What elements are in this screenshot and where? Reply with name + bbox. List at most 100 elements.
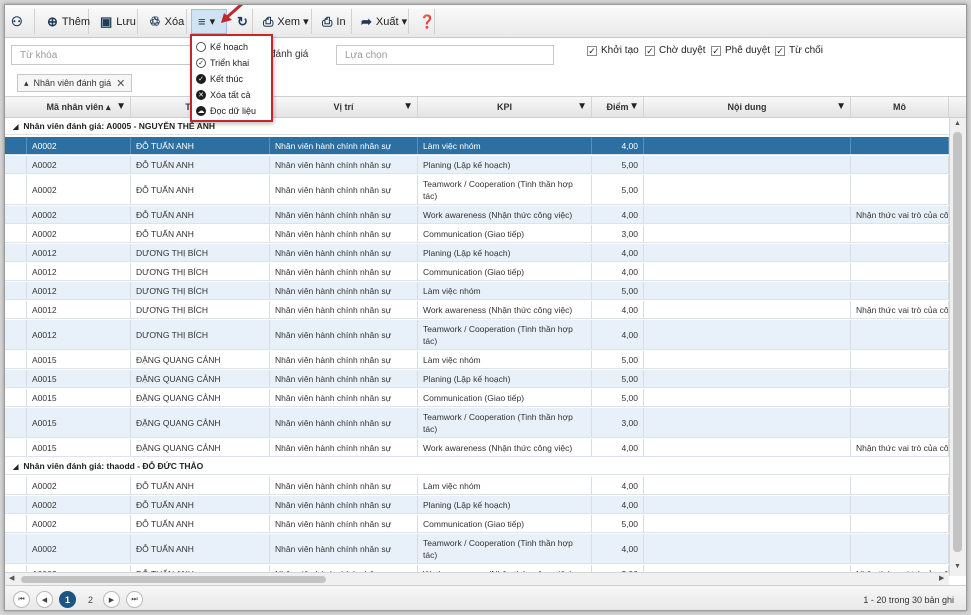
table-row[interactable]: A0015 ĐẶNG QUANG CẢNH Nhân viên hành chính…	[5, 389, 949, 407]
status-checkbox-3[interactable]: ✓ Từ chối	[775, 45, 823, 56]
toolbar-button-2[interactable]: ▣ Lưu	[94, 9, 138, 34]
table-cell: Planing (Lập kế hoạch)	[418, 370, 592, 387]
column-header-5[interactable]: Nội dung ▼	[644, 97, 851, 117]
status-checkbox-0[interactable]: ✓ Khởi tạo	[587, 45, 639, 56]
filter-funnel-icon[interactable]: ▼	[577, 97, 587, 117]
remove-group-icon[interactable]: ✕	[116, 77, 125, 90]
table-cell	[644, 351, 851, 368]
table-row[interactable]: A0002ĐỖ TUẤN ANHNhân viên hành chính nhâ…	[5, 156, 949, 174]
filter-funnel-icon[interactable]: ▼	[836, 97, 846, 117]
app-window: ⚇⊕Thêm▣Lưu♲Xóa≡▾↻⎙Xem ▾⎙In➦Xuất ▾❓ i đán…	[4, 4, 967, 611]
toolbar-button-label: Xuất ▾	[375, 16, 408, 28]
table-row[interactable]: A0012 DƯƠNG THỊ BÍCH Nhân viên hành chính …	[5, 263, 949, 281]
table-row[interactable]: A0015 ĐẶNG QUANG CẢNH Nhân viên hành chính…	[5, 408, 949, 438]
keyword-input[interactable]	[11, 45, 191, 65]
table-row[interactable]: A0012 DƯƠNG THỊ BÍCH Nhân viên hành chính …	[5, 244, 949, 262]
menu-item-1[interactable]: ✓ Triển khai	[194, 55, 269, 71]
toolbar-button-1[interactable]: ⊕ Thêm	[41, 9, 90, 34]
column-header-2[interactable]: Vị trí ▼	[270, 97, 418, 117]
checkbox-checked-icon[interactable]: ✓	[645, 45, 655, 56]
table-row[interactable]: A0002ĐỖ TUẤN ANHNhân viên hành chính nhâ…	[5, 206, 949, 224]
toolbar-button-3[interactable]: ♲ Xóa	[143, 9, 187, 34]
table-cell: Communication (Giao tiếp)	[418, 515, 592, 532]
next-page-button[interactable]: ▶	[103, 591, 120, 608]
table-cell: A0012	[27, 282, 131, 299]
first-page-button[interactable]: ⏮	[13, 591, 30, 608]
table-cell: A0012	[27, 301, 131, 318]
checkbox-checked-icon[interactable]: ✓	[711, 45, 721, 56]
table-row[interactable]: A0002ĐỖ TUẤN ANHNhân viên hành chính nhâ…	[5, 496, 949, 514]
table-cell: Làm việc nhóm	[418, 282, 592, 299]
horizontal-scroll-thumb[interactable]	[21, 576, 326, 583]
menu-item-4[interactable]: ☁ Đọc dữ liệu	[194, 103, 269, 119]
column-header-0[interactable]: Mã nhân viên ▴ ▼	[27, 97, 131, 117]
row-indent	[5, 515, 27, 532]
toolbar-button-8[interactable]: ➦ Xuất ▾	[355, 9, 409, 34]
menu-item-icon: ✓	[196, 58, 206, 68]
status-checkbox-2[interactable]: ✓ Phê duyệt	[711, 45, 770, 56]
toolbar-button-0[interactable]: ⚇	[5, 9, 35, 34]
group-by-tag[interactable]: ▴ Nhân viên đánh giá ✕	[17, 74, 133, 92]
group-row[interactable]: ◢ Nhân viên đánh giá: A0005 - NGUYỄN THẾ …	[5, 118, 949, 135]
table-cell: ĐỖ TUẤN ANH	[131, 156, 270, 173]
column-header-6[interactable]: Mô	[851, 97, 949, 117]
toolbar-button-7[interactable]: ⎙ In	[316, 9, 352, 34]
table-cell: ĐỖ TUẤN ANH	[131, 206, 270, 223]
table-row[interactable]: A0015 ĐẶNG QUANG CẢNH Nhân viên hành chính…	[5, 370, 949, 388]
table-row[interactable]: A0002ĐỖ TUẤN ANHNhân viên hành chính nhâ…	[5, 137, 949, 155]
scroll-left-icon[interactable]: ◀	[9, 574, 14, 582]
collapse-caret-icon[interactable]: ◢	[13, 124, 18, 131]
filter-funnel-icon[interactable]: ▼	[629, 97, 639, 117]
collapse-caret-icon[interactable]: ◢	[13, 464, 18, 471]
filter-funnel-icon[interactable]: ▼	[116, 97, 126, 117]
last-page-button[interactable]: ⏭	[126, 591, 143, 608]
table-row[interactable]: A0002ĐỖ TUẤN ANHNhân viên hành chính nhâ…	[5, 477, 949, 495]
table-row[interactable]: A0015 ĐẶNG QUANG CẢNH Nhân viên hành chính…	[5, 439, 949, 457]
table-row[interactable]: A0002ĐỖ TUẤN ANHNhân viên hành chính nhâ…	[5, 225, 949, 243]
grid-header: Mã nhân viên ▴▼Tên nhVị trí▼KPI▼Điểm▼Nội…	[5, 96, 966, 118]
table-cell: Nhân viên hành chính nhân sự	[270, 477, 418, 494]
menu-item-2[interactable]: ✓ Kết thúc	[194, 71, 269, 87]
vertical-scrollbar[interactable]: ▲ ▼	[949, 118, 966, 576]
table-cell: A0002	[27, 515, 131, 532]
group-row[interactable]: ◢ Nhân viên đánh giá: thaodd - ĐỖ ĐỨC THẢ…	[5, 458, 949, 475]
table-cell: 5,00	[592, 175, 644, 204]
table-row[interactable]: A0002ĐỖ TUẤN ANHNhân viên hành chính nhâ…	[5, 515, 949, 533]
scroll-right-icon[interactable]: ▶	[939, 574, 944, 582]
table-row[interactable]: A0012 DƯƠNG THỊ BÍCH Nhân viên hành chính …	[5, 320, 949, 350]
page-1-button[interactable]: 1	[59, 591, 76, 608]
table-cell: Nhận thức vai trò của côn	[851, 439, 949, 456]
table-cell: Nhân viên hành chính nhân sự	[270, 351, 418, 368]
column-header-4[interactable]: Điểm ▼	[592, 97, 644, 117]
table-row[interactable]: A0002ĐỖ TUẤN ANHNhân viên hành chính nhâ…	[5, 175, 949, 205]
vertical-scroll-thumb[interactable]	[953, 132, 962, 552]
toolbar-button-label: Lưu	[116, 15, 136, 28]
scroll-down-icon[interactable]: ▼	[954, 563, 961, 570]
evaluator-select[interactable]	[336, 45, 554, 65]
status-checkbox-1[interactable]: ✓ Chờ duyệt	[645, 45, 706, 56]
column-header-label: Điểm	[606, 102, 629, 112]
table-cell: Nhân viên hành chính nhân sự	[270, 244, 418, 261]
table-cell: Communication (Giao tiếp)	[418, 263, 592, 280]
table-row[interactable]: A0012 DƯƠNG THỊ BÍCH Nhân viên hành chính …	[5, 282, 949, 300]
page-2-button[interactable]: 2	[82, 591, 99, 608]
column-header-label: Mã nhân viên ▴	[46, 102, 111, 112]
menu-item-0[interactable]: Kế hoạch	[194, 39, 269, 55]
table-cell: Work awareness (Nhận thức công việc)	[418, 439, 592, 456]
menu-item-3[interactable]: ✕ Xóa tất cả	[194, 87, 269, 103]
menu-icon: ≡	[198, 14, 206, 29]
checkbox-checked-icon[interactable]: ✓	[587, 45, 597, 56]
toolbar-button-label: ▾	[209, 16, 216, 28]
toolbar-button-9[interactable]: ❓	[413, 9, 435, 34]
table-row[interactable]: A0002ĐỖ TUẤN ANHNhân viên hành chính nhâ…	[5, 534, 949, 564]
horizontal-scrollbar[interactable]: ◀ ▶	[5, 572, 949, 585]
table-row[interactable]: A0012 DƯƠNG THỊ BÍCH Nhân viên hành chính …	[5, 301, 949, 319]
checkbox-checked-icon[interactable]: ✓	[775, 45, 785, 56]
table-row[interactable]: A0015 ĐẶNG QUANG CẢNH Nhân viên hành chính…	[5, 351, 949, 369]
column-header-3[interactable]: KPI ▼	[418, 97, 592, 117]
table-cell: ĐẶNG QUANG CẢNH	[131, 389, 270, 406]
prev-page-button[interactable]: ◀	[36, 591, 53, 608]
filter-funnel-icon[interactable]: ▼	[403, 97, 413, 117]
toolbar-button-6[interactable]: ⎙ Xem ▾	[257, 9, 312, 34]
scroll-up-icon[interactable]: ▲	[954, 120, 961, 127]
